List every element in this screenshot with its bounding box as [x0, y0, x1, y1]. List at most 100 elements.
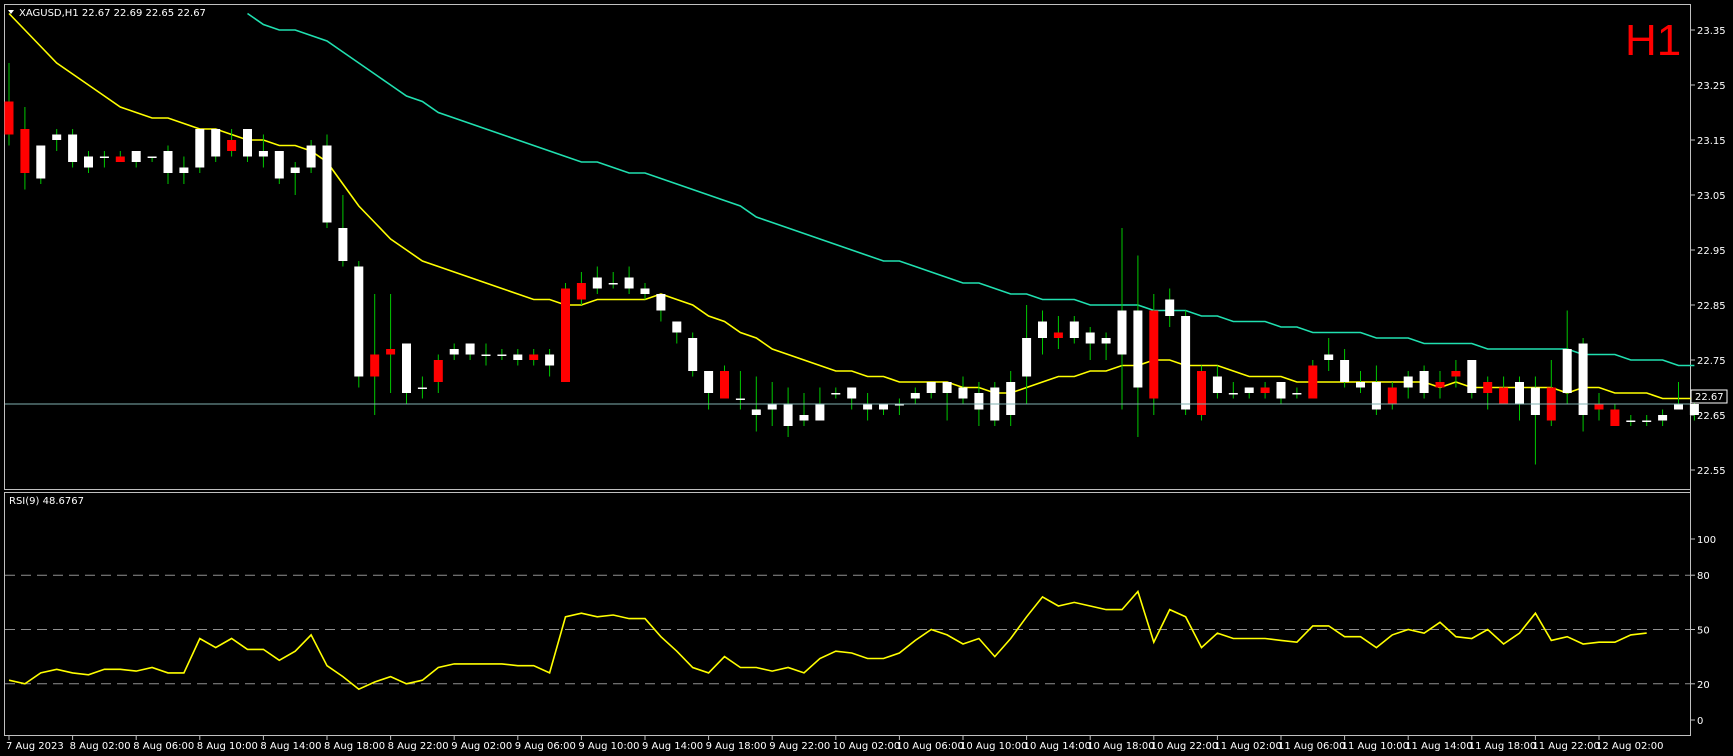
candle: [338, 195, 348, 267]
candle: [1626, 415, 1636, 426]
bear-candle-body: [1594, 404, 1604, 410]
bull-candle-body: [799, 415, 809, 421]
bull-candle-body: [290, 167, 300, 173]
candle: [545, 349, 555, 377]
candle: [1642, 415, 1652, 426]
rsi-level-lines: [5, 574, 1690, 685]
rsi-tick-label: 20: [1697, 680, 1710, 691]
price-tick-label: 22.75: [1697, 356, 1726, 367]
bull-candle-body: [1658, 415, 1668, 421]
candle: [1133, 255, 1143, 437]
bull-candle-body: [1022, 338, 1032, 377]
candle: [1546, 360, 1556, 426]
candle: [529, 349, 539, 366]
price-tick-label: 23.05: [1697, 191, 1726, 202]
bull-candle-body: [1562, 349, 1572, 393]
candle: [370, 294, 380, 415]
chart-canvas: 23.35 23.25 23.15 23.05 22.95 22.85 22.75 22.65…: [4, 4, 1728, 752]
candle: [720, 365, 729, 399]
candle: [52, 129, 62, 151]
bull-candle-body: [417, 387, 427, 389]
bull-candle-body: [1515, 382, 1524, 404]
candle: [386, 294, 396, 393]
ma-fast-line: [8, 12, 1695, 400]
candle: [1371, 365, 1381, 415]
bull-candle-body: [815, 404, 825, 421]
candle: [1324, 338, 1334, 371]
bull-candle-body: [1085, 332, 1095, 344]
bear-candle-body: [370, 354, 380, 377]
candle: [322, 134, 332, 228]
candle: [481, 343, 491, 366]
bull-candle-body: [1292, 393, 1302, 395]
candle: [863, 393, 873, 421]
rsi-indicator-label: RSI(9) 48.6767: [9, 496, 84, 507]
candle: [417, 376, 427, 399]
bull-candle-body: [1324, 354, 1334, 360]
bull-candle-body: [1530, 387, 1540, 415]
candle: [306, 140, 316, 173]
bull-candle-body: [274, 151, 284, 179]
bull-candle-body: [847, 387, 857, 399]
time-tick-label: 8 Aug 06:00: [133, 741, 194, 752]
bull-candle-body: [179, 167, 189, 173]
bull-candle-body: [688, 338, 698, 371]
candle: [465, 343, 475, 360]
bull-candle-body: [1371, 382, 1381, 410]
price-tick-label: 23.25: [1697, 81, 1726, 92]
candle: [1356, 371, 1365, 393]
bull-candle-body: [402, 343, 411, 393]
bear-candle-body: [386, 349, 396, 355]
bull-candle-body: [1674, 404, 1683, 410]
bull-candle-body: [131, 151, 141, 162]
candle: [497, 349, 507, 360]
bull-candle-body: [767, 404, 777, 410]
bear-candle-body: [20, 129, 30, 173]
bear-candle-body: [433, 360, 443, 382]
bull-candle-body: [1165, 299, 1175, 316]
rsi-axis: 100 80 50 20 0: [1690, 535, 1716, 727]
bull-candle-body: [449, 349, 459, 355]
bull-candle-body: [1069, 321, 1079, 338]
candle: [1308, 360, 1318, 399]
time-tick-label: 10 Aug 10:00: [960, 741, 1027, 752]
bear-candle-body: [1610, 409, 1620, 426]
bull-candle-body: [783, 404, 793, 426]
candle: [1276, 382, 1286, 404]
candle: [84, 151, 93, 173]
time-tick-label: 8 Aug 18:00: [324, 741, 385, 752]
bull-candle-body: [211, 129, 221, 157]
bull-candle-body: [1228, 393, 1238, 395]
bull-candle-body: [1626, 420, 1636, 422]
candle: [1419, 365, 1429, 399]
candle: [131, 151, 141, 168]
bull-candle-body: [1212, 376, 1222, 393]
candle: [449, 343, 459, 360]
bull-candle-body: [608, 283, 618, 285]
bull-candle-body: [1133, 310, 1143, 388]
candle: [672, 321, 682, 344]
bear-candle-body: [561, 288, 570, 382]
time-tick-label: 11 Aug 22:00: [1532, 741, 1599, 752]
candle: [1069, 316, 1079, 344]
candle: [1101, 332, 1111, 360]
bear-candle-body: [576, 283, 586, 300]
candle: [1053, 316, 1063, 349]
bear-candle-body: [1483, 382, 1493, 393]
candle: [1197, 365, 1206, 421]
candle: [68, 129, 78, 168]
time-tick-label: 7 Aug 2023: [6, 741, 64, 752]
rsi-tick-label: 0: [1697, 716, 1703, 727]
bull-candle-body: [1467, 360, 1477, 393]
time-tick-label: 8 Aug 22:00: [388, 741, 449, 752]
candle: [1499, 376, 1509, 404]
time-tick-label: 10 Aug 14:00: [1024, 741, 1091, 752]
bull-candle-body: [1356, 382, 1365, 388]
rsi-tick-label: 80: [1697, 571, 1710, 582]
candle: [1435, 371, 1445, 399]
bull-candle-body: [958, 387, 968, 399]
rsi-panel-border: [4, 492, 1691, 736]
time-tick-label: 11 Aug 14:00: [1405, 741, 1472, 752]
bull-candle-body: [879, 404, 888, 410]
symbol-dropdown-icon[interactable]: [8, 10, 14, 14]
